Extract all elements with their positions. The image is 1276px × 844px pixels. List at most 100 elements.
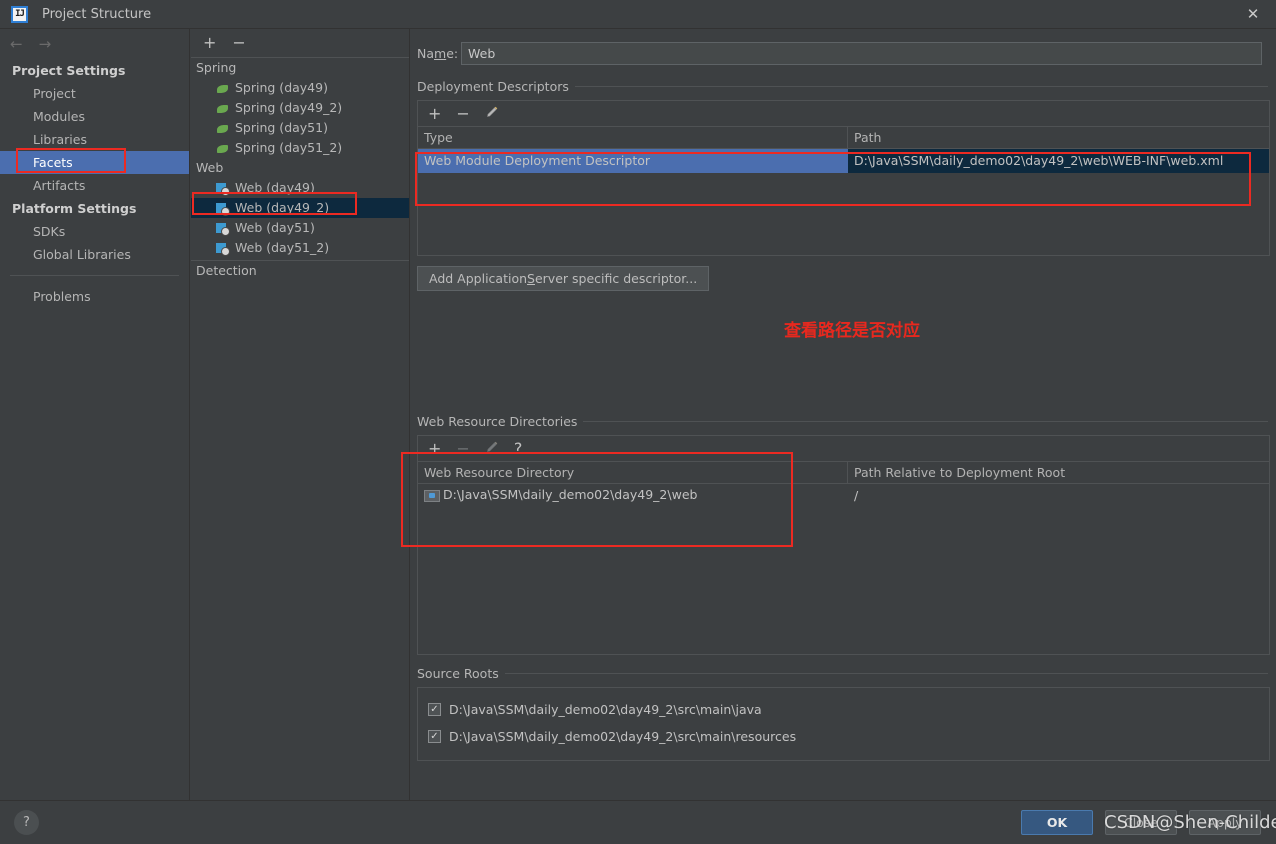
watermark: CSDN@Shen-Childe (1104, 812, 1276, 833)
facet-tree-panel: + − Spring Spring (day49) Spring (day49_… (191, 29, 410, 800)
sidebar-item-global-libraries[interactable]: Global Libraries (0, 243, 189, 266)
add-descriptor-icon[interactable]: + (428, 105, 441, 122)
edit-pencil-icon[interactable] (485, 105, 499, 122)
list-item[interactable]: ✓ D:\Java\SSM\daily_demo02\day49_2\src\m… (418, 723, 1269, 750)
tree-item-web-day51-2[interactable]: Web (day51_2) (191, 238, 409, 258)
facet-detail-panel: Name: Web Deployment Descriptors + − Typ… (411, 29, 1276, 800)
intellij-logo-icon: IJ (11, 5, 28, 23)
ok-button[interactable]: OK (1021, 810, 1093, 835)
tree-item-web-day49-2[interactable]: Web (day49_2) (191, 198, 409, 218)
spring-leaf-icon (216, 142, 229, 155)
back-arrow-icon[interactable]: ← (10, 36, 23, 52)
column-header-path[interactable]: Path (848, 127, 1269, 148)
column-header-web-resource-directory[interactable]: Web Resource Directory (418, 462, 848, 483)
separator-line (574, 86, 1268, 87)
add-web-resource-icon[interactable]: + (428, 440, 441, 457)
deployment-descriptors-table: + − Type Path Web Module Deployment Desc… (417, 100, 1270, 256)
name-label-mnemonic: m (434, 46, 447, 61)
column-header-relative-path[interactable]: Path Relative to Deployment Root (848, 462, 1269, 483)
annotation-note: 查看路径是否对应 (784, 321, 920, 341)
sidebar-item-modules[interactable]: Modules (0, 105, 189, 128)
web-resource-toolbar: + − ? (418, 436, 1269, 462)
name-input[interactable]: Web (461, 42, 1262, 65)
settings-sidebar: ← → Project Settings Project Modules Lib… (0, 29, 190, 800)
web-facet-icon (216, 222, 230, 236)
close-icon[interactable]: ✕ (1230, 0, 1276, 29)
help-icon[interactable]: ? (14, 810, 39, 835)
remove-web-resource-icon[interactable]: − (456, 440, 469, 457)
name-row: Name: Web (411, 29, 1276, 65)
deployment-descriptors-title: Deployment Descriptors (417, 79, 569, 94)
source-root-path: D:\Java\SSM\daily_demo02\day49_2\src\mai… (449, 702, 762, 717)
tree-item-label: Spring (day49) (235, 80, 328, 95)
remove-facet-icon[interactable]: − (232, 35, 245, 51)
descriptor-type-cell[interactable]: Web Module Deployment Descriptor (418, 149, 848, 173)
tree-item-spring-day49-2[interactable]: Spring (day49_2) (191, 98, 409, 118)
table-row[interactable]: D:\Java\SSM\daily_demo02\day49_2\web / (418, 484, 1269, 506)
button-label-pre: Add Application (429, 271, 528, 286)
deployment-descriptors-header: Deployment Descriptors (411, 79, 1276, 94)
spring-leaf-icon (216, 82, 229, 95)
sidebar-item-artifacts[interactable]: Artifacts (0, 174, 189, 197)
deployment-descriptors-header-row: Type Path (418, 127, 1269, 149)
source-roots-list: ✓ D:\Java\SSM\daily_demo02\day49_2\src\m… (417, 687, 1270, 761)
web-resource-header-row: Web Resource Directory Path Relative to … (418, 462, 1269, 484)
name-label-post: e: (446, 46, 459, 61)
edit-pencil-icon[interactable] (485, 440, 499, 457)
dialog-footer: ? OK Close Apply (0, 800, 1276, 844)
tree-item-label: Web (day49) (235, 180, 315, 195)
tree-item-label: Web (day51) (235, 220, 315, 235)
tree-item-label: Spring (day51) (235, 120, 328, 135)
table-row[interactable]: Web Module Deployment Descriptor D:\Java… (418, 149, 1269, 173)
sidebar-group-platform-settings: Platform Settings (12, 201, 137, 216)
tree-item-label: Web (day51_2) (235, 240, 330, 255)
tree-item-spring-day49[interactable]: Spring (day49) (191, 78, 409, 98)
column-header-type[interactable]: Type (418, 127, 848, 148)
table-empty-area (418, 506, 1269, 654)
help-question-icon[interactable]: ? (514, 440, 523, 457)
sidebar-item-facets[interactable]: Facets (0, 151, 189, 174)
name-label: Name: (417, 46, 461, 61)
sidebar-item-sdks[interactable]: SDKs (0, 220, 189, 243)
web-facet-icon (216, 202, 230, 216)
relative-path-cell[interactable]: / (848, 484, 1269, 506)
add-facet-icon[interactable]: + (203, 35, 216, 51)
sidebar-item-project[interactable]: Project (0, 82, 189, 105)
forward-arrow-icon[interactable]: → (39, 36, 52, 52)
web-resource-directories-table: + − ? Web Resource Directory Path Relati… (417, 435, 1270, 655)
button-label-mnemonic: S (527, 271, 535, 286)
tree-item-spring-day51[interactable]: Spring (day51) (191, 118, 409, 138)
separator-line (504, 673, 1268, 674)
tree-category-spring: Spring (196, 60, 237, 75)
descriptor-path-cell[interactable]: D:\Java\SSM\daily_demo02\day49_2\web\WEB… (848, 149, 1269, 173)
dialog-body: ← → Project Settings Project Modules Lib… (0, 29, 1276, 800)
name-label-pre: Na (417, 46, 435, 61)
deployment-descriptors-toolbar: + − (418, 101, 1269, 127)
sidebar-item-problems[interactable]: Problems (0, 285, 189, 308)
source-root-checkbox[interactable]: ✓ (428, 730, 441, 743)
sidebar-group-project-settings: Project Settings (12, 63, 126, 78)
remove-descriptor-icon[interactable]: − (456, 105, 469, 122)
web-facet-icon (216, 242, 230, 256)
web-resource-directory-path: D:\Java\SSM\daily_demo02\day49_2\web (443, 487, 698, 502)
window-title: Project Structure (42, 6, 152, 22)
web-resource-directory-cell[interactable]: D:\Java\SSM\daily_demo02\day49_2\web (418, 484, 848, 506)
navigation-arrows: ← → (0, 29, 189, 59)
tree-item-spring-day51-2[interactable]: Spring (day51_2) (191, 138, 409, 158)
tree-item-label: Spring (day49_2) (235, 100, 343, 115)
facet-tree-toolbar: + − (191, 29, 409, 58)
sidebar-item-libraries[interactable]: Libraries (0, 128, 189, 151)
tree-item-label: Web (day49_2) (235, 200, 330, 215)
sidebar-divider (10, 275, 179, 276)
web-facet-icon (216, 182, 230, 196)
source-root-checkbox[interactable]: ✓ (428, 703, 441, 716)
list-item[interactable]: ✓ D:\Java\SSM\daily_demo02\day49_2\src\m… (418, 696, 1269, 723)
source-roots-header: Source Roots (411, 666, 1276, 681)
tree-item-web-day49[interactable]: Web (day49) (191, 178, 409, 198)
add-app-server-descriptor-button[interactable]: Add Application Server specific descript… (417, 266, 710, 291)
project-structure-dialog: IJ Project Structure ✕ ← → Project Setti… (0, 0, 1276, 844)
spring-leaf-icon (216, 122, 229, 135)
folder-icon (424, 489, 440, 502)
tree-item-web-day51[interactable]: Web (day51) (191, 218, 409, 238)
button-label-post: erver specific descriptor... (534, 271, 698, 286)
